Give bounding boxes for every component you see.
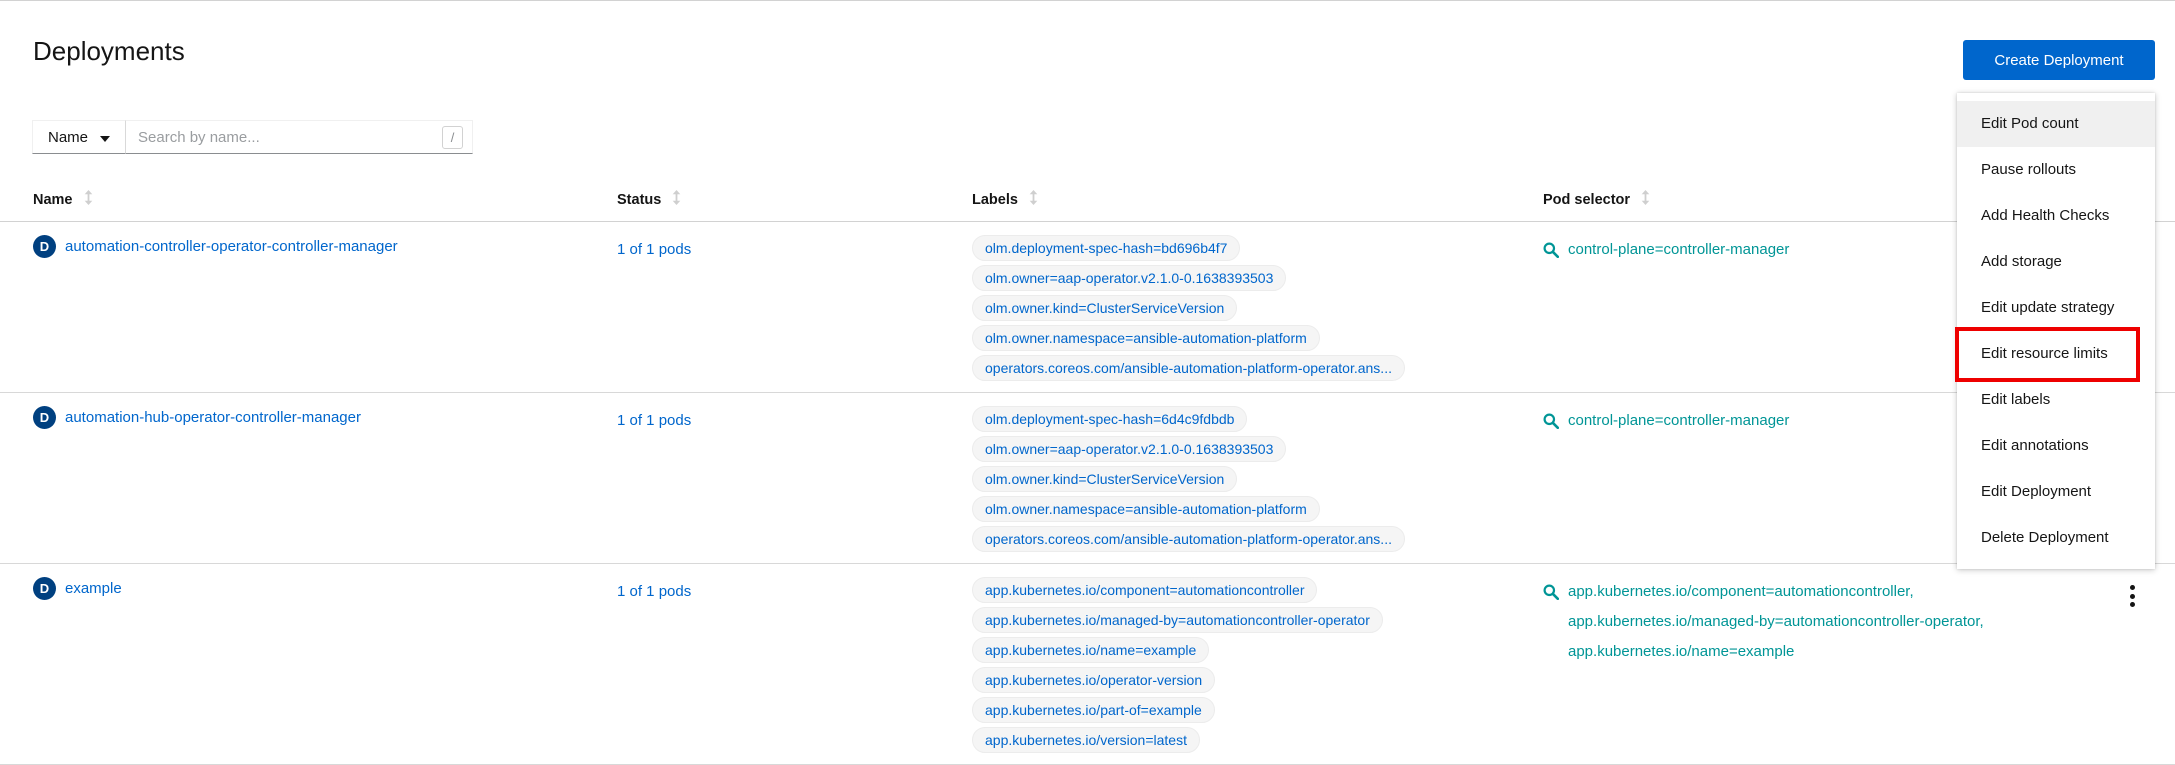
search-input[interactable] — [126, 121, 472, 153]
search-shortcut-badge: / — [442, 126, 463, 149]
label-pill[interactable]: app.kubernetes.io/operator-version — [972, 667, 1215, 693]
menu-item-edit-labels[interactable]: Edit labels — [1957, 377, 2155, 423]
pod-selector-lines: control-plane=controller-manager — [1568, 406, 1789, 436]
label-pill[interactable]: olm.deployment-spec-hash=6d4c9fdbdb — [972, 406, 1247, 432]
sort-icon — [1641, 190, 1650, 209]
status-cell: 1 of 1 pods — [617, 577, 691, 607]
pod-selector-cell: app.kubernetes.io/component=automationco… — [1543, 577, 1984, 667]
sort-icon — [84, 190, 93, 209]
column-header-labels[interactable]: Labels — [972, 190, 1038, 209]
pod-selector-cell: control-plane=controller-manager — [1543, 235, 1789, 265]
menu-item-pause-rollouts[interactable]: Pause rollouts — [1957, 147, 2155, 193]
menu-item-edit-annotations[interactable]: Edit annotations — [1957, 423, 2155, 469]
status-link[interactable]: 1 of 1 pods — [617, 583, 691, 600]
filter-type-dropdown-label: Name — [48, 129, 88, 146]
name-cell: D automation-controller-operator-control… — [33, 235, 398, 258]
pod-selector-lines: control-plane=controller-manager — [1568, 235, 1789, 265]
label-pill[interactable]: app.kubernetes.io/part-of=example — [972, 697, 1215, 723]
deployment-badge: D — [33, 235, 56, 258]
labels-cell: app.kubernetes.io/component=automationco… — [972, 577, 1383, 753]
deployment-name-link[interactable]: example — [65, 580, 122, 597]
filter-toolbar: Name / — [32, 120, 473, 154]
search-box: / — [126, 120, 473, 154]
pod-selector-link[interactable]: app.kubernetes.io/component=automationco… — [1568, 577, 1984, 607]
status-cell: 1 of 1 pods — [617, 235, 691, 265]
label-pill[interactable]: operators.coreos.com/ansible-automation-… — [972, 355, 1405, 381]
pod-selector-cell: control-plane=controller-manager — [1543, 406, 1789, 436]
column-header-status[interactable]: Status — [617, 190, 681, 209]
column-header-name[interactable]: Name — [33, 190, 93, 209]
column-header-pod-selector[interactable]: Pod selector — [1543, 190, 1650, 209]
label-pill[interactable]: app.kubernetes.io/managed-by=automationc… — [972, 607, 1383, 633]
labels-cell: olm.deployment-spec-hash=bd696b4f7 olm.ow… — [972, 235, 1405, 381]
label-pill[interactable]: olm.owner=aap-operator.v2.1.0-0.16383935… — [972, 265, 1286, 291]
label-pill[interactable]: app.kubernetes.io/name=example — [972, 637, 1209, 663]
search-icon — [1543, 584, 1559, 667]
search-icon — [1543, 242, 1559, 265]
status-cell: 1 of 1 pods — [617, 406, 691, 436]
label-pill[interactable]: operators.coreos.com/ansible-automation-… — [972, 526, 1405, 552]
status-link[interactable]: 1 of 1 pods — [617, 241, 691, 258]
pod-selector-link[interactable]: control-plane=controller-manager — [1568, 406, 1789, 436]
label-pill[interactable]: olm.owner.kind=ClusterServiceVersion — [972, 295, 1237, 321]
label-pill[interactable]: olm.owner.namespace=ansible-automation-p… — [972, 325, 1320, 351]
table-row: D automation-hub-operator-controller-man… — [0, 393, 2175, 564]
menu-item-edit-update-strategy[interactable]: Edit update strategy — [1957, 285, 2155, 331]
label-pill[interactable]: olm.owner.kind=ClusterServiceVersion — [972, 466, 1237, 492]
filter-type-dropdown[interactable]: Name — [32, 120, 126, 154]
menu-item-edit-deployment[interactable]: Edit Deployment — [1957, 469, 2155, 515]
menu-item-edit-resource-limits[interactable]: Edit resource limits — [1957, 331, 2155, 377]
label-pill[interactable]: app.kubernetes.io/component=automationco… — [972, 577, 1317, 603]
deployment-name-link[interactable]: automation-hub-operator-controller-manag… — [65, 409, 361, 426]
name-cell: D automation-hub-operator-controller-man… — [33, 406, 361, 429]
menu-item-delete-deployment[interactable]: Delete Deployment — [1957, 515, 2155, 561]
table-body: D automation-controller-operator-control… — [0, 222, 2175, 765]
table-header-row: Name Status Labels Pod selector — [0, 185, 2175, 222]
pod-selector-link[interactable]: control-plane=controller-manager — [1568, 235, 1789, 265]
top-divider — [0, 0, 2175, 1]
pod-selector-link[interactable]: app.kubernetes.io/name=example — [1568, 637, 1984, 667]
deployment-badge: D — [33, 406, 56, 429]
deployment-name-link[interactable]: automation-controller-operator-controlle… — [65, 238, 398, 255]
label-pill[interactable]: olm.owner.namespace=ansible-automation-p… — [972, 496, 1320, 522]
label-pill[interactable]: olm.owner=aap-operator.v2.1.0-0.16383935… — [972, 436, 1286, 462]
label-pill[interactable]: olm.deployment-spec-hash=bd696b4f7 — [972, 235, 1240, 261]
table-row: D example 1 of 1 pods app.kubernetes.io/… — [0, 564, 2175, 765]
status-link[interactable]: 1 of 1 pods — [617, 412, 691, 429]
page-title: Deployments — [33, 36, 185, 67]
table-row: D automation-controller-operator-control… — [0, 222, 2175, 393]
deployment-badge: D — [33, 577, 56, 600]
pod-selector-link[interactable]: app.kubernetes.io/managed-by=automationc… — [1568, 607, 1984, 637]
create-deployment-button[interactable]: Create Deployment — [1963, 40, 2155, 80]
pod-selector-lines: app.kubernetes.io/component=automationco… — [1568, 577, 1984, 667]
deployment-actions-menu: Edit Pod countPause rolloutsAdd Health C… — [1957, 93, 2155, 569]
sort-icon — [672, 190, 681, 209]
menu-item-add-health-checks[interactable]: Add Health Checks — [1957, 193, 2155, 239]
label-pill[interactable]: app.kubernetes.io/version=latest — [972, 727, 1200, 753]
labels-cell: olm.deployment-spec-hash=6d4c9fdbdb olm.o… — [972, 406, 1405, 552]
chevron-down-icon — [100, 129, 110, 146]
name-cell: D example — [33, 577, 122, 600]
menu-item-edit-pod-count[interactable]: Edit Pod count — [1957, 101, 2155, 147]
search-icon — [1543, 413, 1559, 436]
sort-icon — [1029, 190, 1038, 209]
kebab-menu-button[interactable] — [2120, 581, 2144, 611]
menu-item-add-storage[interactable]: Add storage — [1957, 239, 2155, 285]
